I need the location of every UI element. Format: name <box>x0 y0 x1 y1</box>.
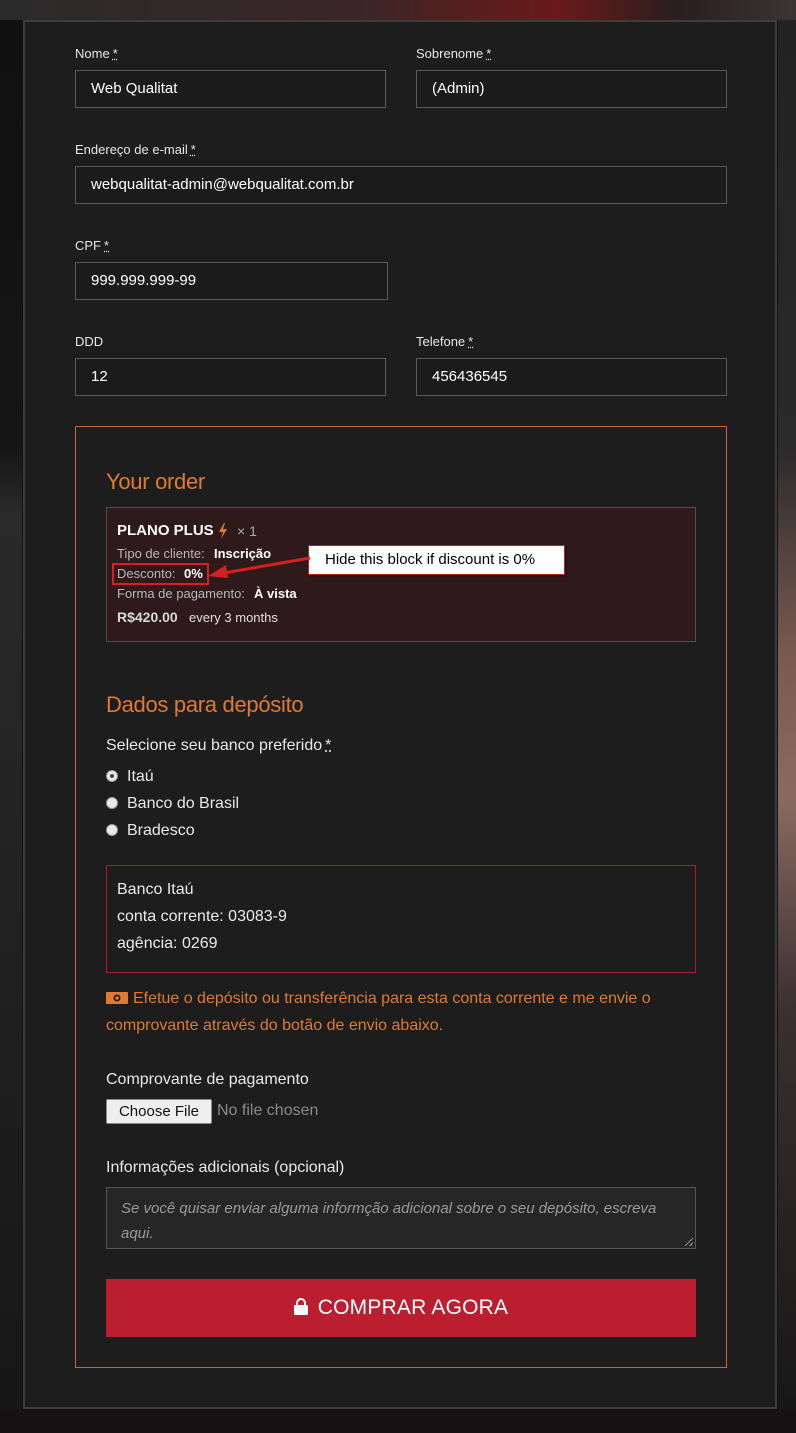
choose-file-button[interactable]: Choose File <box>106 1099 212 1124</box>
bank-option-bradesco[interactable]: Bradesco <box>127 822 195 840</box>
resize-handle[interactable] <box>685 1238 693 1246</box>
deposit-note: Efetue o depósito ou transferência para … <box>106 985 696 1039</box>
order-period: every 3 months <box>189 610 278 625</box>
bank-details-box: Banco Itaú conta corrente: 03083-9 agênc… <box>106 865 696 973</box>
client-type-label: Tipo de cliente: <box>117 546 205 561</box>
payment-label: Forma de pagamento: <box>117 586 245 601</box>
email-input[interactable]: webqualitat-admin@webqualitat.com.br <box>75 166 727 204</box>
ddd-label: DDD <box>75 334 104 349</box>
additional-info-textarea[interactable]: Se você quisar enviar alguma informção a… <box>106 1187 696 1249</box>
deposit-title: Dados para depósito <box>106 692 304 717</box>
cpf-label: CPF * <box>75 238 110 253</box>
last-name-label: Sobrenome * <box>416 46 492 61</box>
last-name-input[interactable]: (Admin) <box>416 70 727 108</box>
order-title: Your order <box>106 469 205 494</box>
additional-info-placeholder: Se você quisar enviar alguma informção a… <box>121 1200 657 1242</box>
annotation-callout: Hide this block if discount is 0% <box>308 545 565 575</box>
buy-now-label: COMPRAR AGORA <box>317 1296 509 1319</box>
order-price: R$420.00 <box>117 609 178 625</box>
lightning-icon <box>219 523 227 539</box>
first-name-label: Nome * <box>75 46 118 61</box>
bank-question: Selecione seu banco preferido * <box>106 737 332 754</box>
proof-label: Comprovante de pagamento <box>106 1071 309 1088</box>
product-name: PLANO PLUS <box>117 522 214 539</box>
bank-option-banco-do-brasil[interactable]: Banco do Brasil <box>127 795 239 813</box>
annotation-arrow-icon <box>208 556 311 578</box>
radio-bank-banco-do-brasil[interactable] <box>106 797 118 809</box>
email-label: Endereço de e-mail * <box>75 142 196 157</box>
annotation-highlight <box>112 563 209 585</box>
additional-info-label: Informações adicionais (opcional) <box>106 1159 345 1176</box>
deposit-note-text: Efetue o depósito ou transferência para … <box>106 990 651 1034</box>
radio-bank-bradesco[interactable] <box>106 824 118 836</box>
buy-now-button[interactable]: COMPRAR AGORA <box>106 1279 696 1337</box>
file-status: No file chosen <box>217 1102 319 1119</box>
bank-agency: agência: 0269 <box>117 935 218 952</box>
bank-option-itau[interactable]: Itaú <box>127 768 154 786</box>
radio-bank-itau[interactable] <box>106 770 118 782</box>
bank-account: conta corrente: 03083-9 <box>117 908 287 925</box>
background-photo-right <box>778 20 796 1433</box>
phone-label: Telefone * <box>416 334 474 349</box>
lock-icon <box>293 1297 308 1315</box>
background-photo-left <box>0 20 22 1433</box>
background-photo-top <box>0 0 796 20</box>
cpf-input[interactable]: 999.999.999-99 <box>75 262 388 300</box>
product-quantity: × 1 <box>237 523 257 539</box>
phone-input[interactable]: 456436545 <box>416 358 727 396</box>
background-photo-bottom <box>0 1410 796 1433</box>
payment-value: À vista <box>254 586 297 601</box>
first-name-input[interactable]: Web Qualitat <box>75 70 386 108</box>
ddd-input[interactable]: 12 <box>75 358 386 396</box>
bank-name: Banco Itaú <box>117 881 194 898</box>
money-bill-icon <box>106 992 128 1004</box>
